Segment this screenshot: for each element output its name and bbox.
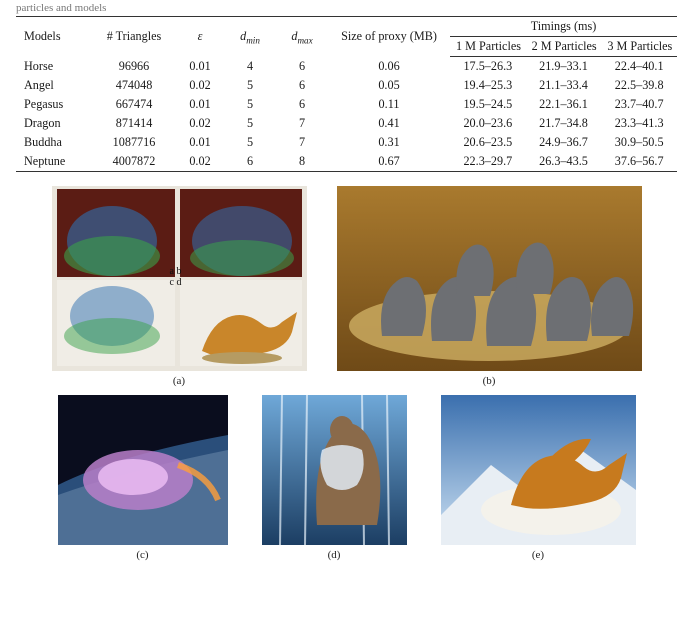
col-proxy: Size of proxy (MB) <box>328 17 450 57</box>
cell-proxy: 0.11 <box>328 95 450 114</box>
col-t3: 3 M Particles <box>601 37 677 57</box>
figure-image-a: a b c d <box>52 186 307 371</box>
cell-dmax: 8 <box>276 152 328 172</box>
col-triangles: # Triangles <box>92 17 176 57</box>
cell-t1: 20.0–23.6 <box>450 114 526 133</box>
cell-triangles: 474048 <box>92 76 176 95</box>
cell-t2: 21.9–33.1 <box>526 57 602 77</box>
col-t2: 2 M Particles <box>526 37 602 57</box>
figure-panel-b: (b) <box>337 186 642 387</box>
cell-model: Buddha <box>16 133 92 152</box>
cell-eps: 0.02 <box>176 76 224 95</box>
cell-eps: 0.01 <box>176 57 224 77</box>
figure-panel-c: (c) <box>58 395 228 561</box>
figure-image-e <box>441 395 636 545</box>
cell-proxy: 0.31 <box>328 133 450 152</box>
cell-dmax: 7 <box>276 114 328 133</box>
cell-t3: 37.6–56.7 <box>601 152 677 172</box>
cell-model: Angel <box>16 76 92 95</box>
cell-triangles: 4007872 <box>92 152 176 172</box>
cell-t1: 20.6–23.5 <box>450 133 526 152</box>
col-timings-group: Timings (ms) <box>450 17 677 37</box>
cell-dmin: 5 <box>224 76 276 95</box>
figure-label-c: (c) <box>136 549 148 561</box>
cell-triangles: 667474 <box>92 95 176 114</box>
table-row: Buddha10877160.01570.3120.6–23.524.9–36.… <box>16 133 677 152</box>
table-row: Neptune40078720.02680.6722.3–29.726.3–43… <box>16 152 677 172</box>
cell-eps: 0.02 <box>176 114 224 133</box>
panel-a-inner-labels: a b c d <box>170 266 182 288</box>
figure-image-c <box>58 395 228 545</box>
figure-image-b <box>337 186 642 371</box>
col-dmax: dmax <box>276 17 328 57</box>
col-models: Models <box>16 17 92 57</box>
cell-t1: 22.3–29.7 <box>450 152 526 172</box>
cell-proxy: 0.05 <box>328 76 450 95</box>
cell-t3: 23.3–41.3 <box>601 114 677 133</box>
cell-eps: 0.01 <box>176 95 224 114</box>
cell-eps: 0.02 <box>176 152 224 172</box>
panel-a-inner-d: d <box>176 277 181 288</box>
cell-dmin: 5 <box>224 114 276 133</box>
figure-panel-d: (d) <box>262 395 407 561</box>
table-row: Angel4740480.02560.0519.4–25.321.1–33.42… <box>16 76 677 95</box>
cell-proxy: 0.06 <box>328 57 450 77</box>
cell-dmax: 6 <box>276 95 328 114</box>
cell-dmax: 6 <box>276 57 328 77</box>
cell-t3: 22.4–40.1 <box>601 57 677 77</box>
figure-label-e: (e) <box>532 549 544 561</box>
cell-dmax: 6 <box>276 76 328 95</box>
figure-panel-e: (e) <box>441 395 636 561</box>
cell-triangles: 1087716 <box>92 133 176 152</box>
cell-t2: 26.3–43.5 <box>526 152 602 172</box>
cell-eps: 0.01 <box>176 133 224 152</box>
table-caption-fragment: particles and models <box>16 2 677 14</box>
figure-panel-a: a b c d (a) <box>52 186 307 387</box>
figure-label-b: (b) <box>483 375 496 387</box>
table-row: Pegasus6674740.01560.1119.5–24.522.1–36.… <box>16 95 677 114</box>
panel-a-inner-c: c <box>170 277 174 288</box>
table-row: Horse969660.01460.0617.5–26.321.9–33.122… <box>16 57 677 77</box>
figure-label-d: (d) <box>328 549 341 561</box>
cell-t1: 19.4–25.3 <box>450 76 526 95</box>
cell-t2: 22.1–36.1 <box>526 95 602 114</box>
cell-t3: 23.7–40.7 <box>601 95 677 114</box>
cell-t2: 21.7–34.8 <box>526 114 602 133</box>
panel-a-inner-b: b <box>176 266 181 277</box>
cell-triangles: 96966 <box>92 57 176 77</box>
cell-dmin: 4 <box>224 57 276 77</box>
cell-t2: 24.9–36.7 <box>526 133 602 152</box>
table-row: Dragon8714140.02570.4120.0–23.621.7–34.8… <box>16 114 677 133</box>
cell-model: Horse <box>16 57 92 77</box>
cell-t1: 19.5–24.5 <box>450 95 526 114</box>
figure-grid: a b c d (a) <box>16 186 677 561</box>
cell-dmin: 5 <box>224 95 276 114</box>
cell-dmax: 7 <box>276 133 328 152</box>
cell-model: Dragon <box>16 114 92 133</box>
col-epsilon: ε <box>176 17 224 57</box>
cell-dmin: 5 <box>224 133 276 152</box>
cell-proxy: 0.41 <box>328 114 450 133</box>
cell-model: Neptune <box>16 152 92 172</box>
cell-t3: 30.9–50.5 <box>601 133 677 152</box>
col-dmin: dmin <box>224 17 276 57</box>
results-table: Models # Triangles ε dmin dmax Size of p… <box>16 16 677 172</box>
cell-model: Pegasus <box>16 95 92 114</box>
col-t1: 1 M Particles <box>450 37 526 57</box>
cell-proxy: 0.67 <box>328 152 450 172</box>
cell-dmin: 6 <box>224 152 276 172</box>
cell-t2: 21.1–33.4 <box>526 76 602 95</box>
cell-triangles: 871414 <box>92 114 176 133</box>
panel-a-inner-a: a <box>170 266 174 277</box>
cell-t1: 17.5–26.3 <box>450 57 526 77</box>
figure-image-d <box>262 395 407 545</box>
figure-label-a: (a) <box>173 375 185 387</box>
table-body: Horse969660.01460.0617.5–26.321.9–33.122… <box>16 57 677 172</box>
cell-t3: 22.5–39.8 <box>601 76 677 95</box>
